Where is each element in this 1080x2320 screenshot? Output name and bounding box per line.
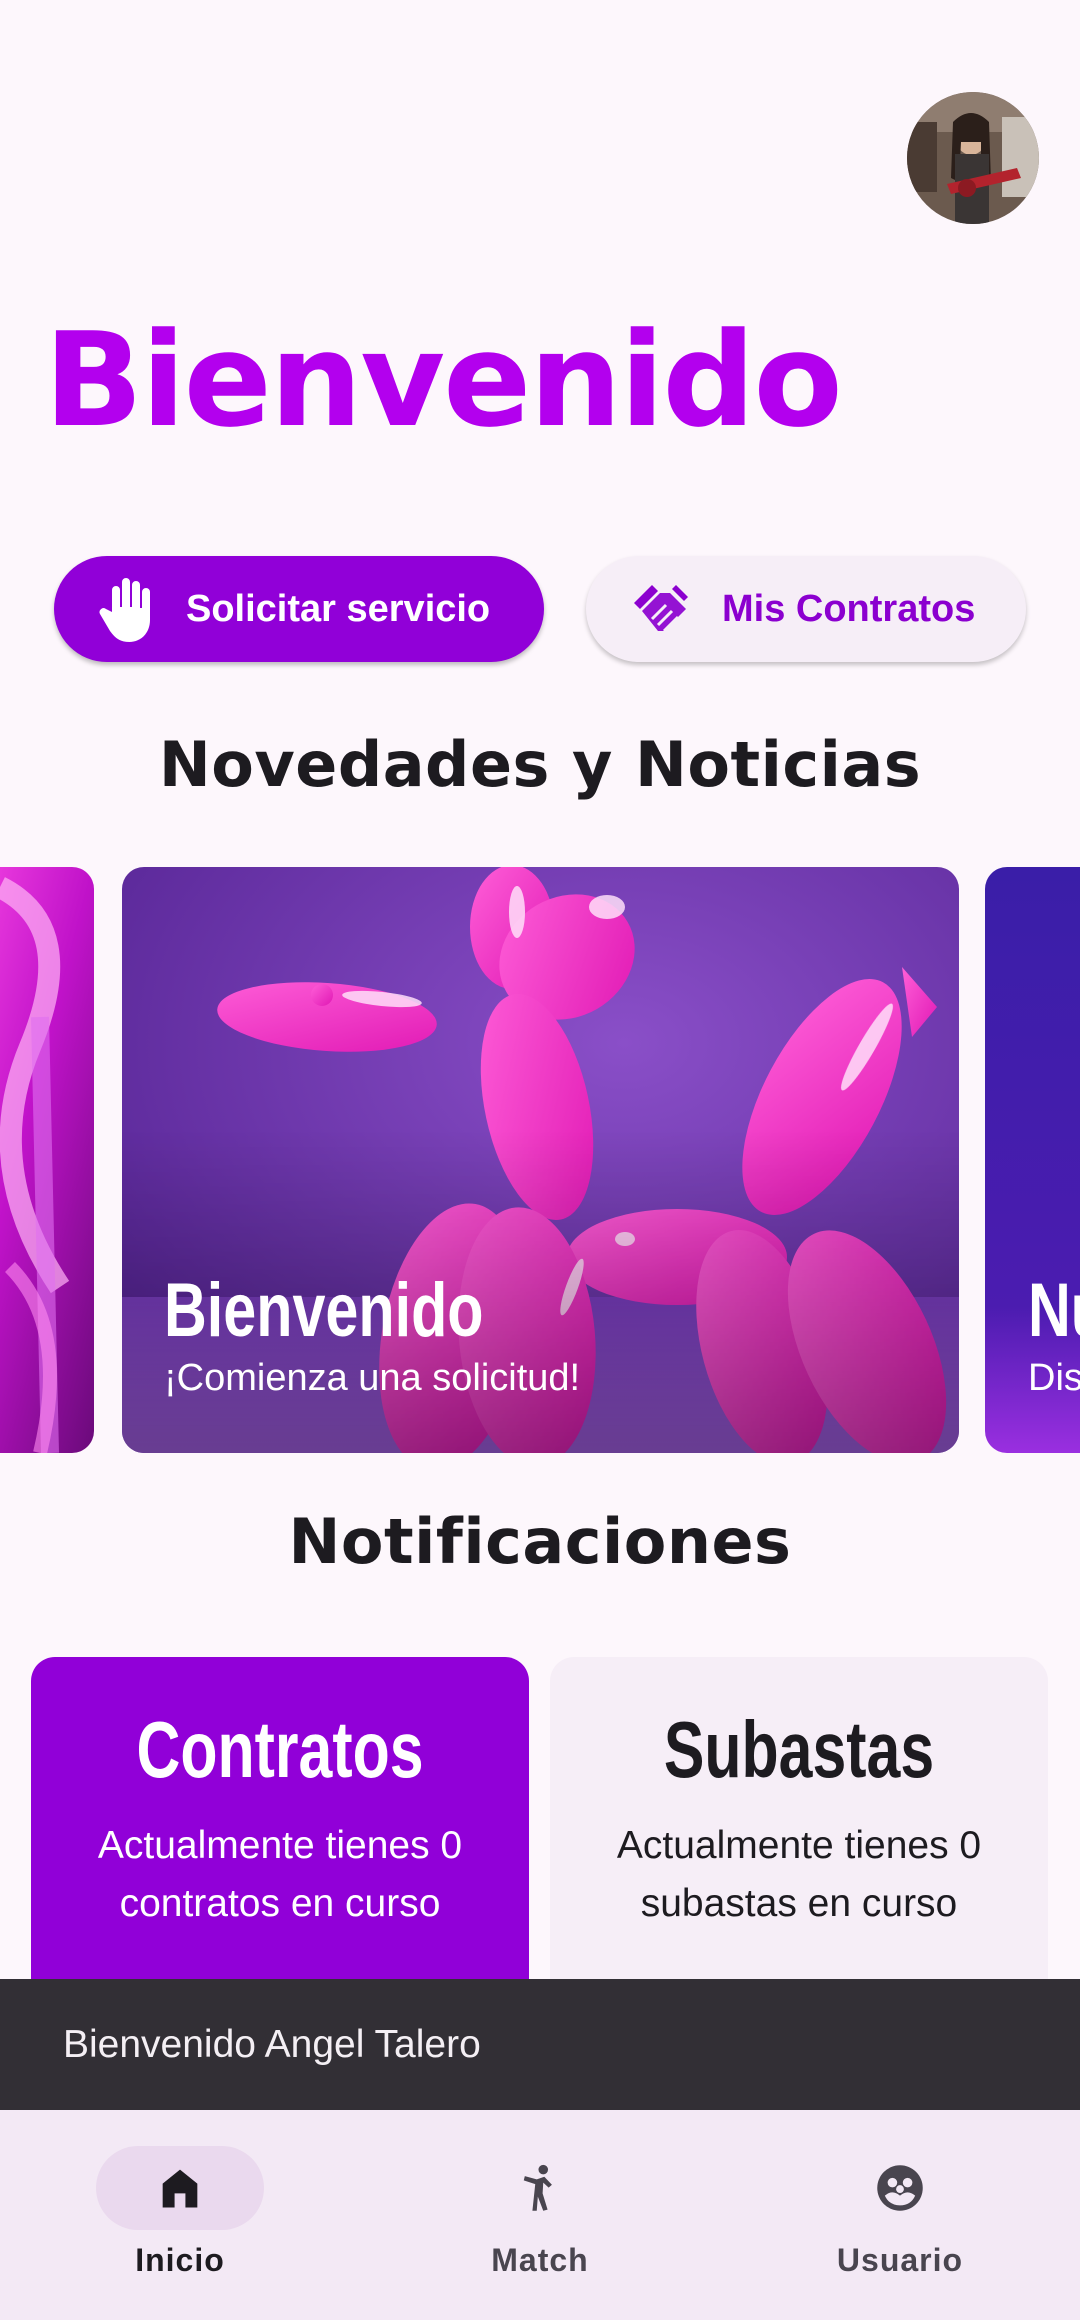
nav-label: Inicio bbox=[135, 2242, 225, 2278]
nav-label: Usuario bbox=[836, 2242, 964, 2278]
nav-indicator bbox=[816, 2146, 984, 2230]
news-card-image bbox=[0, 867, 94, 1453]
contracts-notification-card[interactable]: Contratos Actualmente tienes 0 contratos… bbox=[31, 1657, 529, 1987]
welcome-snackbar: Bienvenido Angel Talero bbox=[0, 1979, 1080, 2110]
nav-item-match[interactable]: Match bbox=[420, 2146, 660, 2296]
home-screen: Bienvenido Solicitar servicio Mis Contra… bbox=[0, 0, 1080, 2320]
group-icon bbox=[877, 2165, 923, 2211]
avatar-image bbox=[907, 92, 1039, 224]
my-contracts-button[interactable]: Mis Contratos bbox=[586, 556, 1026, 662]
user-avatar[interactable] bbox=[907, 92, 1039, 224]
person-dance-icon bbox=[523, 2164, 552, 2211]
news-card-subtitle: Dis bbox=[1028, 1357, 1080, 1399]
news-card-next[interactable]: Nu Dis bbox=[985, 867, 1080, 1453]
auctions-body: Actualmente tienes 0 subastas en curso bbox=[616, 1824, 982, 1925]
handshake-icon bbox=[634, 585, 688, 633]
nav-indicator bbox=[96, 2146, 264, 2230]
news-card-subtitle: ¡Comienza una solicitud! bbox=[164, 1357, 581, 1399]
bottom-navigation: Inicio Match Usuario bbox=[0, 2110, 1080, 2320]
news-card-previous[interactable] bbox=[0, 867, 94, 1453]
news-heading: Novedades y Noticias bbox=[158, 728, 922, 801]
home-icon bbox=[162, 2169, 198, 2208]
nav-label: Match bbox=[491, 2242, 589, 2278]
contracts-title: Contratos bbox=[136, 1705, 424, 1794]
auctions-notification-card[interactable]: Subastas Actualmente tienes 0 subastas e… bbox=[550, 1657, 1048, 1987]
nav-item-usuario[interactable]: Usuario bbox=[780, 2146, 1020, 2296]
news-card-title: Nu bbox=[1028, 1268, 1080, 1353]
nav-indicator bbox=[456, 2146, 624, 2230]
news-card-welcome[interactable]: Bienvenido ¡Comienza una solicitud! bbox=[122, 867, 959, 1453]
nav-item-inicio[interactable]: Inicio bbox=[60, 2146, 300, 2296]
contracts-body: Actualmente tienes 0 contratos en curso bbox=[97, 1824, 463, 1925]
hand-icon bbox=[99, 578, 150, 642]
request-service-label: Solicitar servicio bbox=[186, 587, 491, 630]
page-title: Bienvenido bbox=[44, 304, 843, 456]
notifications-heading: Notificaciones bbox=[288, 1505, 792, 1578]
snackbar-message: Bienvenido Angel Talero bbox=[63, 2022, 481, 2066]
auctions-title: Subastas bbox=[663, 1705, 935, 1794]
news-card-title: Bienvenido bbox=[164, 1268, 484, 1353]
my-contracts-label: Mis Contratos bbox=[722, 587, 976, 630]
request-service-button[interactable]: Solicitar servicio bbox=[54, 556, 544, 662]
